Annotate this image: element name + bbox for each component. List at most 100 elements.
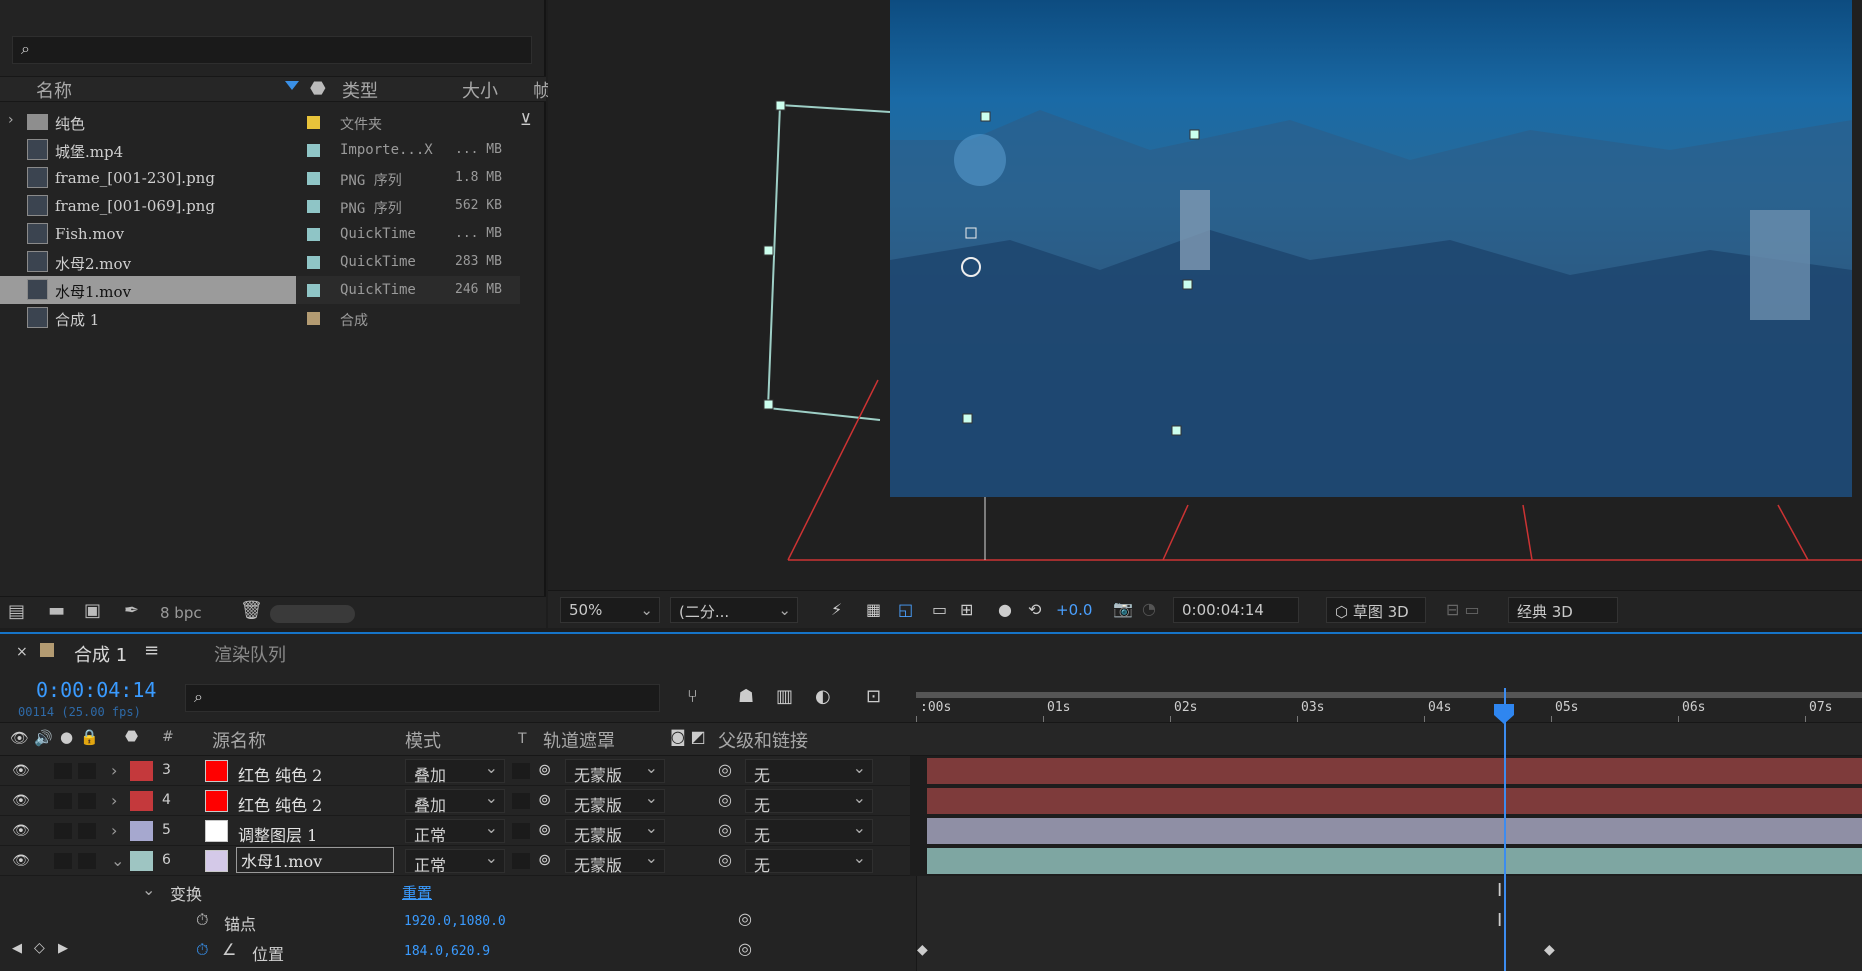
exposure-reset-icon[interactable]: ⟲ [1028, 600, 1041, 619]
label-color-swatch[interactable] [307, 200, 320, 213]
channel-icon[interactable]: ● [998, 600, 1012, 619]
layer-name[interactable]: 水母1.mov [236, 847, 394, 873]
magnification-dropdown[interactable]: 50% ⌄ [560, 597, 660, 623]
chevron-right-icon[interactable]: › [111, 821, 117, 840]
blend-mode-dropdown[interactable]: 叠加 [405, 758, 505, 785]
track-matte-dropdown[interactable]: 无蒙版 [565, 758, 665, 785]
comp-flowchart-icon[interactable]: ⑂ [687, 686, 698, 707]
label-color-swatch[interactable] [307, 256, 320, 269]
keyframe-diamond[interactable]: ◆ [1544, 942, 1555, 958]
parent-dropdown[interactable]: 无 [745, 788, 873, 815]
show-snapshot-icon[interactable]: ◔ [1142, 599, 1156, 618]
audio-icon[interactable]: 🔊 [34, 729, 53, 747]
prev-keyframe-icon[interactable]: ◀ [12, 941, 22, 956]
layer-row[interactable]: 👁 › 3 红色 纯色 2 叠加 ⊚ 无蒙版 ◎ 无 [0, 756, 910, 786]
project-item[interactable]: 城堡.mp4 Importe...X ... MB [0, 136, 520, 164]
property-track-area[interactable]: I I ◆ ◆ [916, 876, 1862, 971]
lock-switch[interactable] [78, 793, 96, 809]
renderer-button[interactable]: ⬡ 草图 3D [1326, 597, 1426, 623]
project-item[interactable]: Fish.mov QuickTime ... MB [0, 220, 520, 248]
visibility-eye-icon[interactable]: 👁 [12, 763, 30, 779]
exposure-value[interactable]: +0.0 [1056, 601, 1092, 619]
layer-duration-bar[interactable] [927, 818, 1862, 844]
layer-row[interactable]: 👁 › 4 红色 纯色 2 叠加 ⊚ 无蒙版 ◎ 无 [0, 786, 910, 816]
track-matte-dropdown[interactable]: 无蒙版 [565, 818, 665, 845]
audio-switch[interactable] [54, 853, 72, 869]
audio-switch[interactable] [54, 763, 72, 779]
label-color-swatch[interactable] [307, 172, 320, 185]
pick-whip-icon[interactable]: ◎ [718, 850, 732, 869]
mask-path-icon[interactable]: ◱ [898, 600, 913, 619]
keyframe-diamond[interactable]: ◆ [917, 942, 928, 958]
parent-dropdown[interactable]: 无 [745, 848, 873, 875]
layer-row[interactable]: 👁 › 5 调整图层 1 正常 ⊚ 无蒙版 ◎ 无 [0, 816, 910, 846]
matte-link-icon[interactable]: ⊚ [538, 760, 551, 779]
chevron-down-icon[interactable]: ⌄ [142, 880, 155, 899]
new-composition-icon[interactable]: ▣ [84, 600, 101, 621]
shy-layers-icon[interactable]: ☗ [738, 686, 754, 707]
pick-whip-icon[interactable]: ◎ [738, 909, 752, 928]
lock-icon[interactable]: 🔒 [80, 728, 99, 746]
anchor-point-value[interactable]: 1920.0,1080.0 [404, 914, 506, 929]
frame-blending-icon[interactable]: ▥ [776, 686, 793, 707]
lock-switch[interactable] [78, 763, 96, 779]
parent-dropdown[interactable]: 无 [745, 758, 873, 785]
position-value[interactable]: 184.0,620.9 [404, 944, 490, 959]
chevron-down-icon[interactable]: ⌄ [111, 851, 124, 870]
time-ruler[interactable]: :00s 01s 02s 03s 04s 05s 06s 07s [916, 692, 1862, 722]
audio-switch[interactable] [54, 823, 72, 839]
layer-row[interactable]: 👁 ⌄ 6 水母1.mov 正常 ⊚ 无蒙版 ◎ 无 [0, 846, 910, 876]
blend-mode-dropdown[interactable]: 正常 [405, 848, 505, 875]
label-color-swatch[interactable] [307, 144, 320, 157]
track-matte-dropdown[interactable]: 无蒙版 [565, 788, 665, 815]
layer-duration-bar[interactable] [927, 788, 1862, 814]
grid-guides-icon[interactable]: ⊞ [960, 600, 973, 619]
timeline-search-input[interactable]: ⌕ [185, 684, 660, 712]
viewer-timecode[interactable]: 0:00:04:14 [1173, 597, 1299, 623]
sort-descending-icon[interactable] [285, 81, 299, 91]
preserve-transparency-switch[interactable] [512, 763, 530, 779]
project-item[interactable]: 合成 1 合成 [0, 304, 520, 332]
visibility-eye-icon[interactable]: 👁 [12, 853, 30, 869]
blend-mode-dropdown[interactable]: 正常 [405, 818, 505, 845]
label-color-swatch[interactable] [307, 312, 320, 325]
column-size[interactable]: 大小 [462, 77, 498, 103]
add-keyframe-icon[interactable]: ◇ [34, 940, 45, 956]
new-folder-icon[interactable]: ▬ [48, 600, 65, 621]
track-matte-dropdown[interactable]: 无蒙版 [565, 848, 665, 875]
layer-label-color[interactable] [130, 821, 153, 841]
lock-switch[interactable] [78, 853, 96, 869]
composition-frame-preview[interactable] [890, 0, 1852, 497]
view-layout-icon[interactable]: ⊟ ▭ [1446, 600, 1480, 619]
stopwatch-active-icon[interactable]: ⏱ [196, 940, 208, 960]
pen-icon[interactable]: ✒ [124, 600, 139, 621]
motion-blur-icon[interactable]: ◐ [815, 686, 831, 707]
graph-editor-icon[interactable]: ⊡ [866, 686, 881, 707]
matte-link-icon[interactable]: ⊚ [538, 850, 551, 869]
label-color-swatch[interactable] [307, 228, 320, 241]
layer-label-color[interactable] [130, 761, 153, 781]
interpret-footage-icon[interactable]: ▤ [8, 601, 25, 622]
column-name[interactable]: 名称 [36, 77, 72, 103]
project-item[interactable]: frame_[001-230].png PNG 序列 1.8 MB [0, 164, 520, 192]
audio-switch[interactable] [54, 793, 72, 809]
label-tag-icon[interactable]: ⬣ [125, 727, 138, 745]
pick-whip-icon[interactable]: ◎ [718, 760, 732, 779]
snapshot-icon[interactable]: 📷 [1113, 599, 1133, 618]
close-tab-icon[interactable]: × [16, 644, 28, 660]
tab-render-queue[interactable]: 渲染队列 [214, 641, 286, 667]
label-color-swatch[interactable] [307, 284, 320, 297]
fast-preview-icon[interactable]: ⚡ [831, 600, 842, 619]
preserve-transparency-switch[interactable] [512, 823, 530, 839]
label-tag-icon[interactable]: ⬣ [310, 78, 326, 99]
blend-mode-dropdown[interactable]: 叠加 [405, 788, 505, 815]
column-source-name[interactable]: 源名称 [212, 727, 266, 753]
layer-label-color[interactable] [130, 851, 153, 871]
project-item[interactable]: 水母1.mov QuickTime 246 MB [0, 276, 520, 304]
visibility-eye-icon[interactable]: 👁 [12, 793, 30, 809]
layer-duration-bar[interactable] [927, 758, 1862, 784]
parent-dropdown[interactable]: 无 [745, 818, 873, 845]
project-item[interactable]: 水母2.mov QuickTime 283 MB [0, 248, 520, 276]
graph-icon[interactable]: ∠ [222, 940, 236, 959]
region-of-interest-icon[interactable]: ▭ [932, 600, 947, 619]
